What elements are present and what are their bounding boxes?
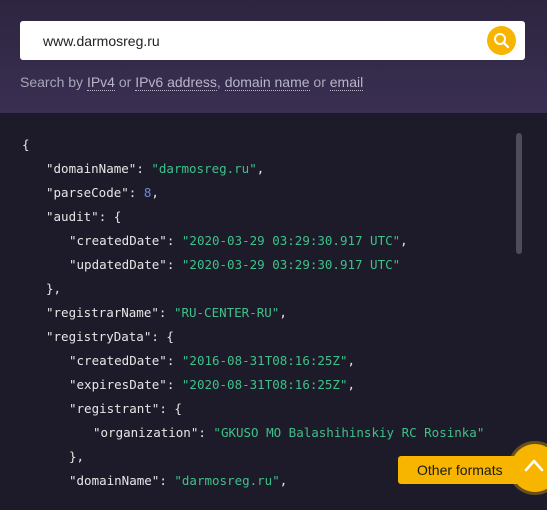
json-line: { — [22, 133, 30, 157]
ipv4-link[interactable]: IPv4 — [86, 74, 115, 91]
domain-name-link[interactable]: domain name — [224, 74, 310, 91]
json-token: , — [347, 353, 356, 368]
json-token: , — [400, 233, 408, 248]
json-token: : — [128, 185, 144, 200]
search-input[interactable] — [20, 21, 480, 60]
json-line: "domainName": "darmosreg.ru", — [46, 157, 264, 181]
json-token: "darmosreg.ru" — [151, 161, 257, 176]
search-header: Search by IPv4 or IPv6 address, domain n… — [0, 0, 547, 113]
search-box — [20, 21, 525, 60]
json-line: }, — [46, 277, 61, 301]
search-button[interactable] — [487, 26, 516, 55]
other-formats-button[interactable]: Other formats — [398, 456, 526, 484]
json-token: "updatedDate" — [69, 257, 167, 272]
json-token: : — [198, 425, 214, 440]
json-token: "audit" — [46, 209, 99, 224]
json-line: "expiresDate": "2020-08-31T08:16:25Z", — [69, 373, 355, 397]
json-token: : — [158, 305, 174, 320]
json-line: "audit": { — [46, 205, 121, 229]
json-token: : — [166, 377, 182, 392]
json-line: "domainName": "darmosreg.ru", — [69, 469, 287, 493]
json-token: "registrarName" — [46, 305, 159, 320]
json-token: "expiresDate" — [69, 377, 167, 392]
json-token: "darmosreg.ru" — [174, 473, 280, 488]
chevron-up-icon — [524, 459, 544, 472]
json-token: "RU-CENTER-RU" — [173, 305, 280, 320]
json-token: , — [279, 473, 288, 488]
json-token: , — [256, 161, 265, 176]
json-token: "GKUSO MO Balashihinskiy RC Rosinka" — [213, 425, 485, 440]
json-token: : — [166, 233, 182, 248]
json-line: "updatedDate": "2020-03-29 03:29:30.917 … — [69, 253, 400, 277]
json-line: "createdDate": "2016-08-31T08:16:25Z", — [69, 349, 355, 373]
json-token: "domainName" — [69, 473, 160, 488]
json-line: "parseCode": 8, — [46, 181, 159, 205]
json-token: "createdDate" — [69, 233, 167, 248]
scrollbar[interactable] — [516, 133, 522, 254]
ipv6-link[interactable]: IPv6 address — [135, 74, 217, 91]
json-token: "organization" — [93, 425, 199, 440]
json-token: : { — [151, 329, 174, 344]
json-line: "registrant": { — [69, 397, 182, 421]
json-token: : — [166, 257, 182, 272]
hint-comma: , — [216, 74, 225, 90]
json-token: , — [151, 185, 159, 200]
search-hint: Search by IPv4 or IPv6 address, domain n… — [20, 74, 364, 91]
json-token: : — [166, 353, 182, 368]
json-token: "registrant" — [69, 401, 160, 416]
json-output: {"domainName": "darmosreg.ru", "parseCode… — [0, 113, 547, 510]
json-line: "organization": "GKUSO MO Balashihinskiy… — [93, 421, 484, 445]
hint-prefix: Search by — [20, 74, 87, 90]
hint-or-2: or — [309, 74, 330, 90]
search-icon — [494, 33, 510, 49]
json-token: : { — [98, 209, 122, 224]
json-token: }, — [46, 281, 62, 296]
json-token: : — [159, 473, 175, 488]
json-token: "parseCode" — [46, 185, 129, 200]
json-token: "2016-08-31T08:16:25Z" — [181, 353, 348, 368]
json-token: : { — [159, 401, 182, 416]
json-token: { — [22, 137, 30, 152]
json-token: "2020-03-29 03:29:30.917 UTC" — [181, 233, 401, 248]
hint-or-1: or — [114, 74, 136, 90]
json-token: "2020-03-29 03:29:30.917 UTC" — [181, 257, 401, 272]
json-line: }, — [69, 445, 84, 469]
json-token: "2020-08-31T08:16:25Z" — [181, 377, 348, 392]
json-line: "registryData": { — [46, 325, 174, 349]
email-link[interactable]: email — [329, 74, 364, 91]
json-token: "createdDate" — [69, 353, 167, 368]
json-token: , — [279, 305, 287, 320]
json-token: }, — [69, 449, 85, 464]
json-line: "registrarName": "RU-CENTER-RU", — [46, 301, 287, 325]
json-token: , — [347, 377, 356, 392]
json-token: "domainName" — [46, 161, 137, 176]
json-token: "registryData" — [46, 329, 152, 344]
json-token: : — [136, 161, 152, 176]
json-line: "createdDate": "2020-03-29 03:29:30.917 … — [69, 229, 408, 253]
